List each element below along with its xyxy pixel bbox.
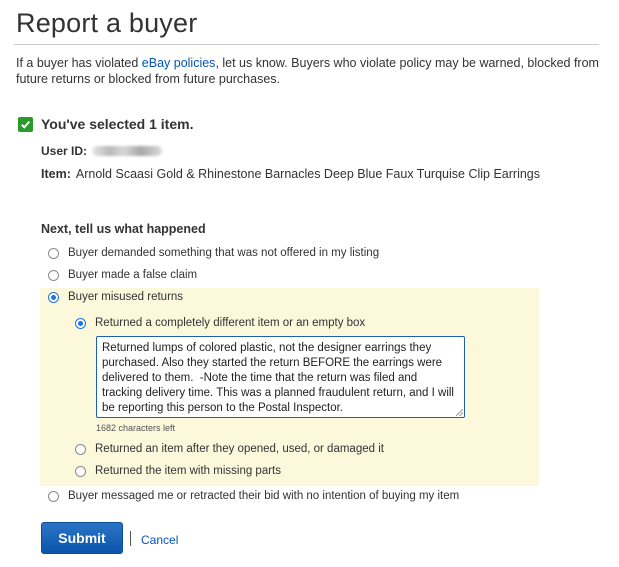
- option-misused-returns[interactable]: Buyer misused returns: [48, 291, 183, 303]
- intro-text: If a buyer has violated eBay policies, l…: [16, 55, 601, 87]
- user-id-row: User ID:: [41, 144, 163, 158]
- radio-button-selected[interactable]: [48, 291, 59, 303]
- title-divider: [14, 44, 599, 45]
- option-label: Buyer misused returns: [68, 291, 184, 303]
- user-id-label: User ID:: [41, 144, 88, 158]
- cancel-link[interactable]: Cancel: [141, 533, 178, 547]
- radio-button[interactable]: [48, 269, 59, 281]
- description-text: Returned lumps of colored plastic, not t…: [102, 342, 458, 414]
- radio-button[interactable]: [48, 247, 59, 259]
- description-textarea[interactable]: Returned lumps of colored plastic, not t…: [96, 336, 465, 418]
- item-row: Item: Arnold Scaasi Gold & Rhinestone Bar…: [41, 167, 540, 181]
- option-false-claim[interactable]: Buyer made a false claim: [48, 269, 197, 281]
- suboption-label: Returned the item with missing parts: [95, 465, 281, 477]
- radio-button-selected[interactable]: [75, 317, 86, 329]
- item-label: Item:: [41, 167, 71, 181]
- page-title: Report a buyer: [16, 8, 198, 38]
- option-label: Buyer messaged me or retracted their bid…: [68, 490, 460, 502]
- radio-button[interactable]: [48, 490, 59, 502]
- suboption-different-item[interactable]: Returned a completely different item or …: [75, 317, 365, 329]
- suboption-missing-parts[interactable]: Returned the item with missing parts: [75, 465, 281, 477]
- characters-left: 1682 characters left: [96, 423, 176, 433]
- action-separator: [130, 531, 131, 546]
- suboption-label: Returned a completely different item or …: [95, 317, 366, 329]
- radio-button[interactable]: [75, 443, 86, 455]
- selected-heading: You've selected 1 item.: [41, 116, 194, 132]
- selected-summary: You've selected 1 item.: [18, 116, 193, 132]
- checkmark-icon: [18, 116, 33, 132]
- user-id-value-redacted: [92, 146, 163, 156]
- suboption-used-damaged[interactable]: Returned an item after they opened, used…: [75, 443, 384, 455]
- option-label: Buyer made a false claim: [68, 269, 198, 281]
- submit-button[interactable]: Submit: [41, 522, 123, 554]
- radio-button[interactable]: [75, 465, 86, 477]
- option-demanded-not-offered[interactable]: Buyer demanded something that was not of…: [48, 247, 379, 259]
- item-title: Arnold Scaasi Gold & Rhinestone Barnacle…: [75, 167, 541, 181]
- resize-grip-icon[interactable]: [456, 409, 463, 416]
- intro-text-start: If a buyer has violated: [16, 56, 142, 70]
- ebay-policies-link[interactable]: eBay policies: [142, 56, 216, 70]
- option-no-intention-buying[interactable]: Buyer messaged me or retracted their bid…: [48, 490, 459, 502]
- suboption-label: Returned an item after they opened, used…: [95, 443, 384, 455]
- option-label: Buyer demanded something that was not of…: [68, 247, 380, 259]
- question-heading: Next, tell us what happened: [41, 222, 206, 236]
